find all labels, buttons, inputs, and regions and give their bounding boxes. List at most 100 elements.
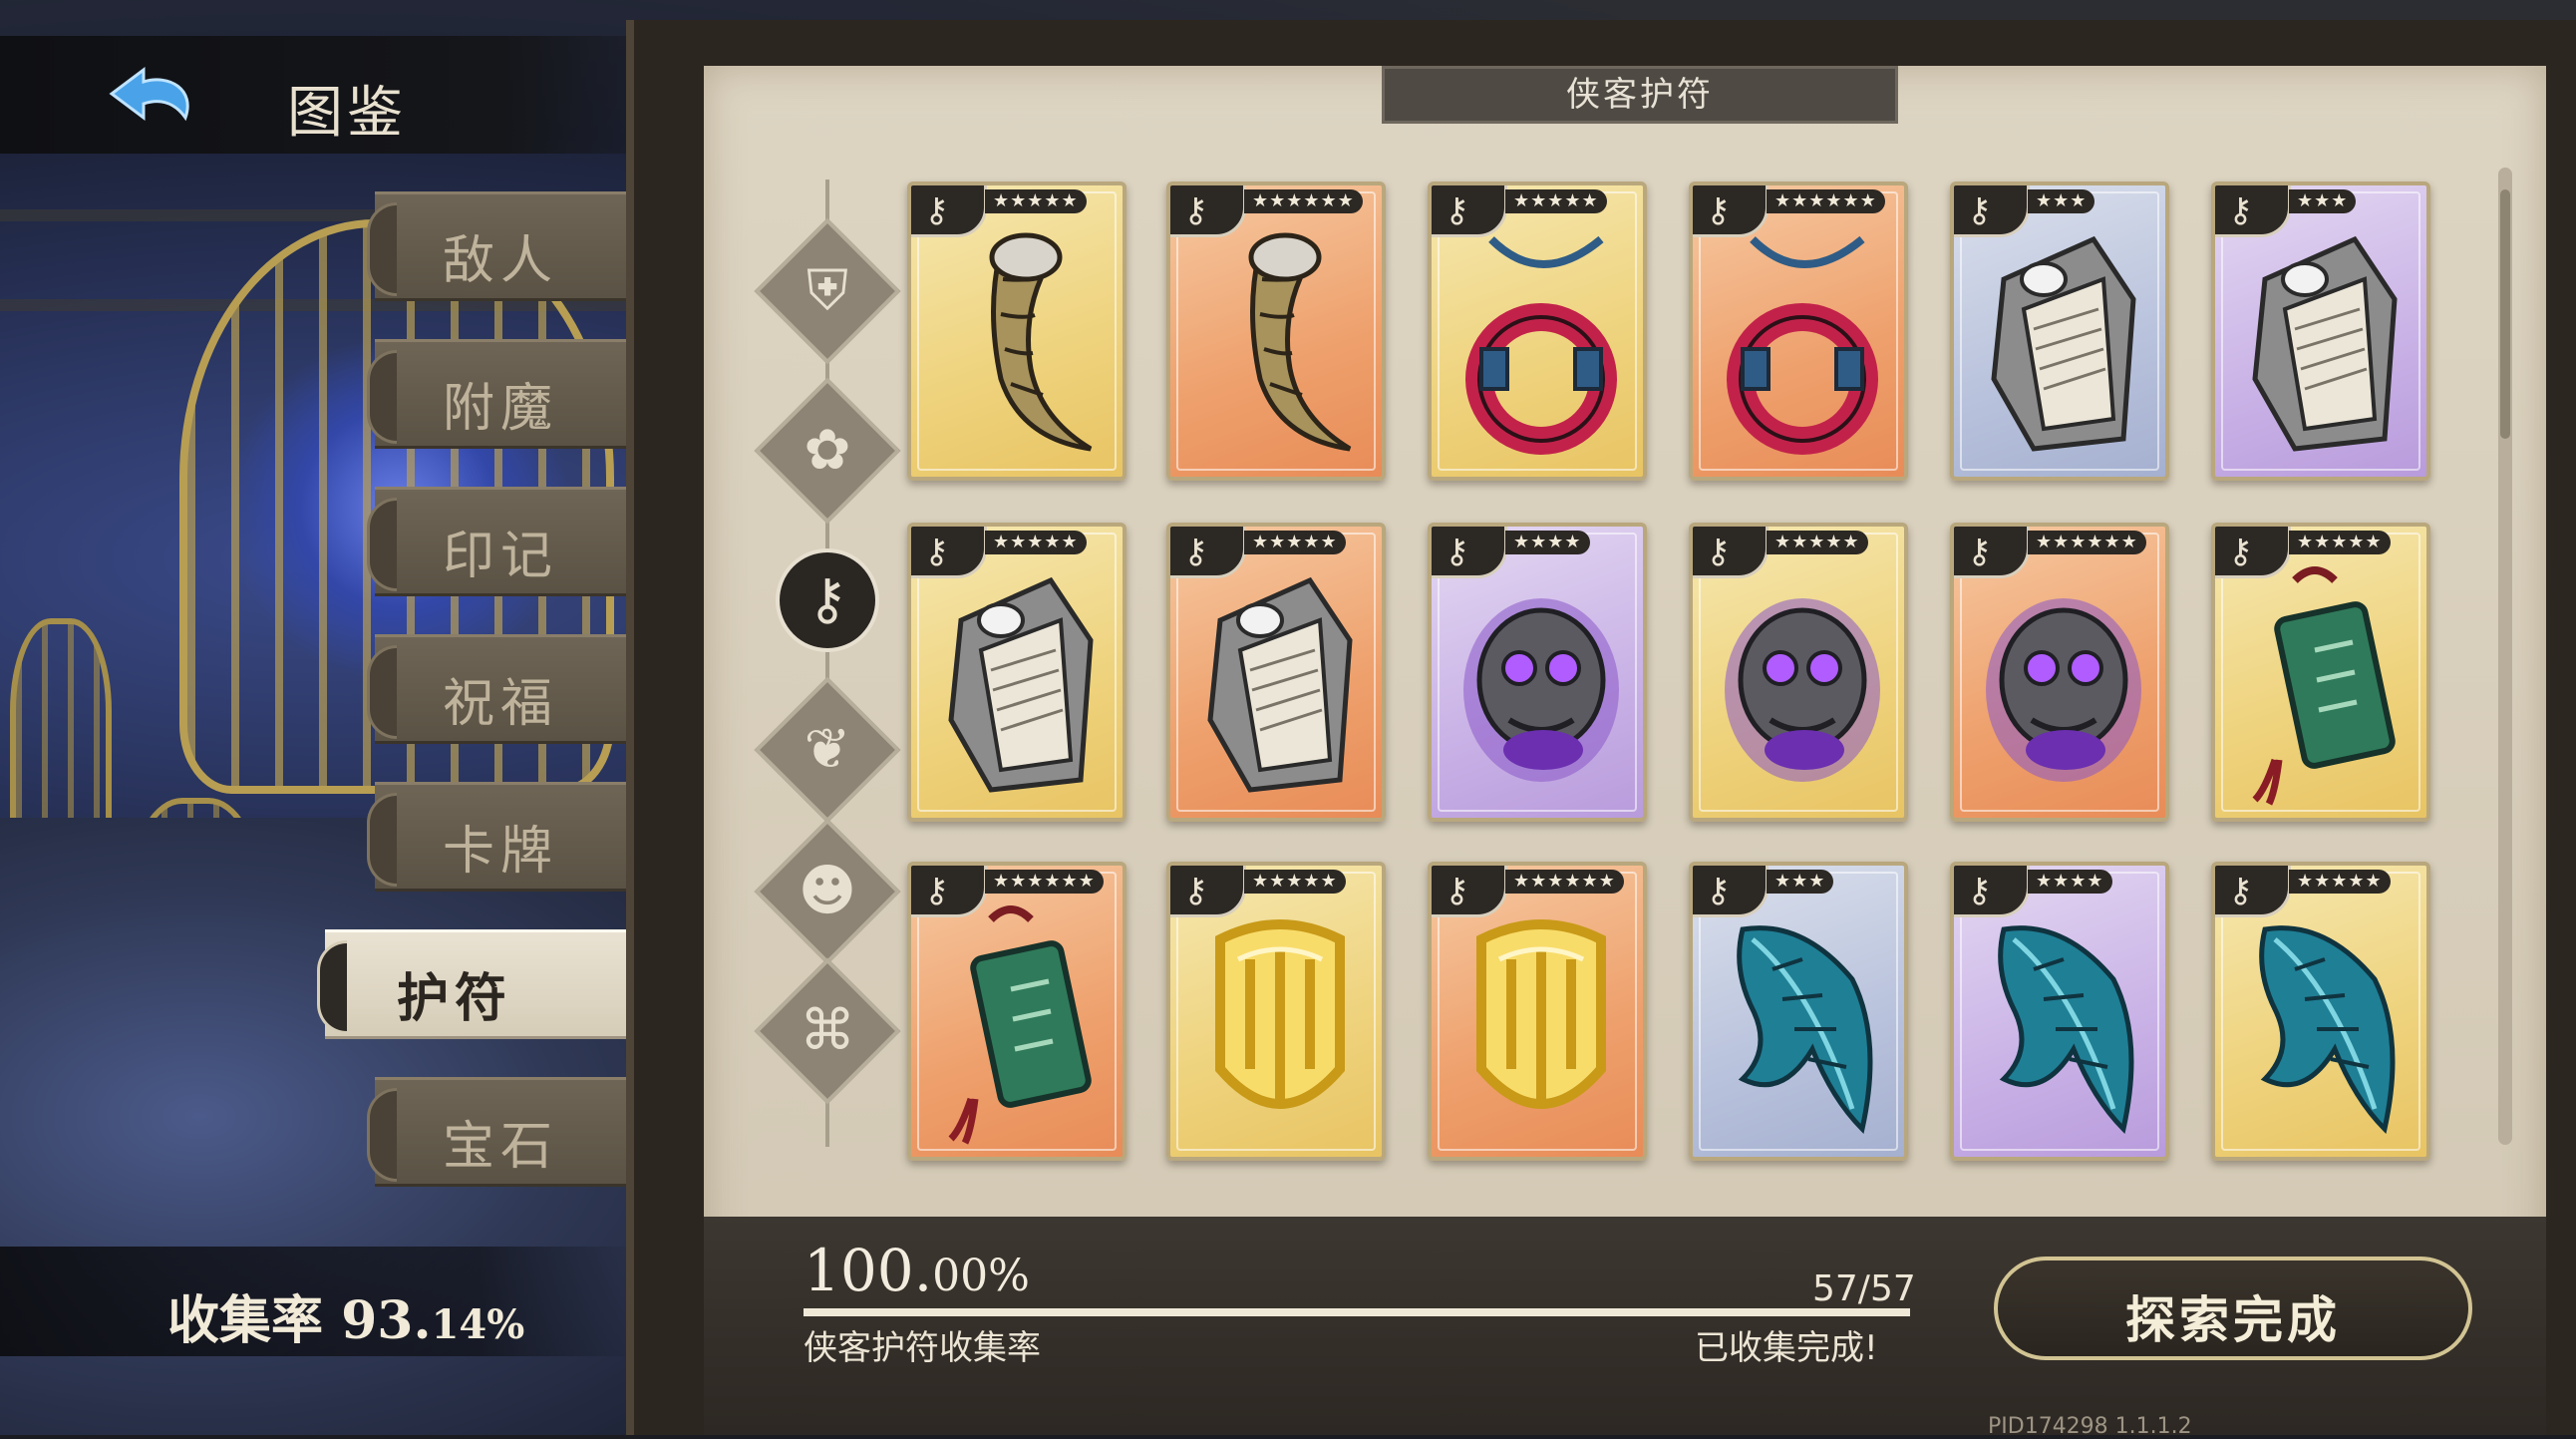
amulet-card-letter-box[interactable]: ⚷ ★★★★★ [1166, 523, 1386, 822]
card-badge: ⚷ [1170, 866, 1246, 917]
jade-tablet-icon [2252, 566, 2396, 806]
collection-count: 57/57 [1812, 1268, 1916, 1309]
card-badge: ⚷ [1693, 185, 1769, 237]
amulet-card-gold-crest[interactable]: ⚷ ★★★★★★ [1428, 862, 1647, 1161]
scrollbar-thumb[interactable] [2500, 189, 2510, 439]
card-badge: ⚷ [911, 866, 987, 917]
star-rating: ★★★★★★ [2028, 531, 2146, 554]
menu-cap [367, 202, 397, 296]
gold-crest-icon [1476, 919, 1606, 1109]
star-rating: ★★★★★ [985, 531, 1087, 554]
category-tab[interactable]: ☻ [754, 818, 901, 965]
card-badge: ⚷ [1954, 185, 2030, 237]
red-ring-icon [1727, 235, 1878, 455]
back-arrow-icon [109, 67, 189, 122]
skull-orb-icon [1725, 598, 1880, 782]
menu-cap [367, 645, 397, 739]
jade-tablet-icon [948, 905, 1092, 1145]
amulet-card-gold-crest[interactable]: ⚷ ★★★★★ [1166, 862, 1386, 1161]
red-ring-icon [1465, 235, 1617, 455]
card-badge: ⚷ [2215, 527, 2291, 578]
key-emblem-icon: ⚷ [1445, 871, 1469, 910]
amulet-card-skull-orb[interactable]: ⚷ ★★★★★★ [1950, 523, 2169, 822]
collection-rate-label: 收集率 [167, 1290, 324, 1351]
amulet-card-skull-orb[interactable]: ⚷ ★★★★ [1428, 523, 1647, 822]
skull-orb-icon [1986, 598, 2141, 782]
letter-box-icon [948, 576, 1094, 793]
key-crest-icon: ⚷ [806, 567, 848, 632]
letter-box-icon [2252, 235, 2398, 452]
star-rating: ★★★ [2289, 189, 2357, 213]
teal-feather-icon [1737, 925, 1873, 1134]
amulet-card-teal-feather[interactable]: ⚷ ★★★★ [1950, 862, 2169, 1161]
category-tab[interactable]: ❦ [754, 676, 901, 824]
star-rating: ★★★★★ [1244, 870, 1346, 894]
gold-crest-icon [1215, 919, 1345, 1109]
amulet-card-jade-tablet[interactable]: ⚷ ★★★★★★ [907, 862, 1127, 1161]
star-rating: ★★★★★ [1244, 531, 1346, 554]
amulet-card-letter-box[interactable]: ⚷ ★★★ [1950, 181, 2169, 481]
collection-rate-decimal: 14% [431, 1301, 525, 1348]
menu-cap [367, 1088, 397, 1182]
page-title: 图鉴 [287, 81, 407, 146]
menu-cap [367, 498, 397, 591]
amulet-card-teal-feather[interactable]: ⚷ ★★★ [1689, 862, 1908, 1161]
menu-label: 敌人 [443, 231, 559, 291]
menu-label: 附魔 [443, 379, 559, 439]
star-rating: ★★★★★★ [985, 870, 1104, 894]
letter-box-icon [1207, 576, 1353, 793]
panel-title: 侠客护符 [1382, 66, 1898, 124]
amulet-card-jade-tablet[interactable]: ⚷ ★★★★★ [2211, 523, 2430, 822]
amulet-card-horn[interactable]: ⚷ ★★★★★ [907, 181, 1127, 481]
key-emblem-icon: ⚷ [1183, 532, 1208, 571]
amulet-card-teal-feather[interactable]: ⚷ ★★★★★ [2211, 862, 2430, 1161]
key-emblem-icon: ⚷ [1706, 871, 1731, 910]
amulet-card-letter-box[interactable]: ⚷ ★★★ [2211, 181, 2430, 481]
card-badge: ⚷ [1432, 185, 1507, 237]
category-tab[interactable]: ⚷ [754, 527, 901, 674]
star-rating: ★★★★★ [2289, 870, 2391, 894]
teal-feather-icon [2259, 925, 2396, 1134]
letter-box-icon [1991, 235, 2136, 452]
amulet-card-letter-box[interactable]: ⚷ ★★★★★ [907, 523, 1127, 822]
key-emblem-icon: ⚷ [2228, 190, 2253, 230]
card-badge: ⚷ [1432, 866, 1507, 917]
star-rating: ★★★★★ [1767, 531, 1868, 554]
menu-label: 护符 [397, 968, 513, 1029]
menu-cap [367, 793, 397, 887]
amulet-collection-percent: 100.00% [804, 1237, 1030, 1304]
collection-rate-value: 93. [341, 1290, 432, 1351]
category-tab[interactable]: ✿ [754, 377, 901, 525]
star-rating: ★★★★★ [1505, 189, 1607, 213]
key-emblem-icon: ⚷ [924, 190, 949, 230]
star-rating: ★★★ [2028, 189, 2095, 213]
category-tab[interactable]: ⛨ [754, 217, 901, 365]
amulet-card-red-ring[interactable]: ⚷ ★★★★★ [1428, 181, 1647, 481]
card-badge: ⚷ [1693, 866, 1769, 917]
key-emblem-icon: ⚷ [1706, 190, 1731, 230]
key-emblem-icon: ⚷ [1445, 190, 1469, 230]
amulet-card-skull-orb[interactable]: ⚷ ★★★★★ [1689, 523, 1908, 822]
menu-label: 祝福 [443, 674, 559, 734]
key-emblem-icon: ⚷ [924, 532, 949, 571]
amulet-card-horn[interactable]: ⚷ ★★★★★★ [1166, 181, 1386, 481]
card-badge: ⚷ [2215, 185, 2291, 237]
card-badge: ⚷ [1170, 185, 1246, 237]
card-badge: ⚷ [1432, 527, 1507, 578]
key-emblem-icon: ⚷ [2228, 532, 2253, 571]
menu-cap [367, 350, 397, 444]
card-badge: ⚷ [2215, 866, 2291, 917]
amulet-card-red-ring[interactable]: ⚷ ★★★★★★ [1689, 181, 1908, 481]
progress-fill [804, 1308, 1910, 1316]
key-emblem-icon: ⚷ [1706, 532, 1731, 571]
explore-complete-button[interactable]: 探索完成 [1994, 1257, 2472, 1360]
star-rating: ★★★★★ [2289, 531, 2391, 554]
back-button[interactable] [100, 60, 209, 140]
star-rating: ★★★★★★ [1505, 870, 1624, 894]
percent-dec: 00% [932, 1251, 1030, 1301]
key-emblem-icon: ⚷ [1183, 190, 1208, 230]
key-emblem-icon: ⚷ [1445, 532, 1469, 571]
knot-crest-icon: ⌘ [800, 998, 855, 1063]
card-badge: ⚷ [1693, 527, 1769, 578]
category-tab[interactable]: ⌘ [754, 957, 901, 1105]
